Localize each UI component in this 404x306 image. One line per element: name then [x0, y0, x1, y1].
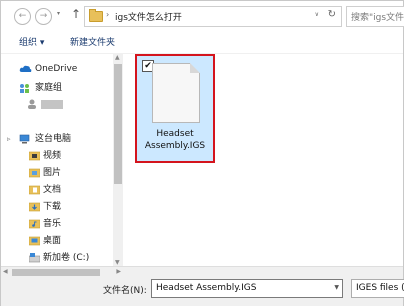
forward-arrow-icon: →	[39, 11, 48, 21]
nav-item-downloads[interactable]: 下载	[1, 200, 113, 214]
new-folder-button[interactable]: 新建文件夹	[70, 35, 115, 48]
address-bar[interactable]: › igs文件怎么打开 ∨ ↻	[84, 6, 342, 27]
nav-item-documents[interactable]: 文档	[1, 183, 113, 197]
nav-label: OneDrive	[35, 64, 78, 74]
navigation-pane: OneDrive 家庭组 ▹ 这台电脑 视频 图片 文档 下载 音乐 桌面 新加…	[1, 54, 123, 266]
nav-label: 这台电脑	[35, 134, 72, 144]
navigation-scrollbar[interactable]: ▲ ▼	[113, 54, 123, 266]
filename-label: 文件名(N):	[103, 286, 147, 296]
computer-icon	[19, 134, 30, 144]
documents-folder-icon	[29, 185, 40, 195]
nav-label: 文档	[43, 185, 62, 195]
file-item-selected[interactable]: ✔ Headset Assembly.IGS	[135, 54, 215, 163]
filename-input[interactable]: Headset Assembly.IGS ▼	[151, 279, 343, 298]
video-folder-icon	[29, 151, 40, 161]
pictures-folder-icon	[29, 168, 40, 178]
cloud-icon	[19, 65, 32, 72]
nav-item-homegroup[interactable]: 家庭组	[1, 81, 113, 95]
horizontal-scrollbar[interactable]: ◀ ▶	[1, 267, 123, 278]
organize-button[interactable]: 组织 ▾	[19, 35, 44, 48]
drive-icon	[29, 253, 40, 263]
search-input[interactable]: 搜索"igs文件怎么打开"	[351, 10, 404, 23]
downloads-folder-icon	[29, 202, 40, 212]
recent-locations-dropdown-icon[interactable]: ▾	[57, 10, 60, 17]
back-arrow-icon: ←	[18, 11, 27, 21]
file-type-value[interactable]: IGES files (*.igs	[356, 283, 404, 293]
forward-button[interactable]: →	[35, 8, 52, 25]
chevron-down-icon[interactable]: ▼	[334, 284, 339, 291]
file-name-label: Headset Assembly.IGS	[137, 128, 213, 152]
refresh-icon[interactable]: ↻	[328, 9, 336, 20]
nav-item-pictures[interactable]: 图片	[1, 166, 113, 180]
scroll-left-icon[interactable]: ◀	[3, 268, 8, 275]
nav-item-music[interactable]: 音乐	[1, 217, 113, 231]
nav-label: 下载	[43, 202, 62, 212]
breadcrumb-current-folder[interactable]: igs文件怎么打开	[115, 10, 182, 23]
address-row: ← → ▾ ↑ › igs文件怎么打开 ∨ ↻ 搜索"igs文件怎么打开"	[1, 1, 404, 31]
scroll-up-icon[interactable]: ▲	[115, 54, 120, 61]
search-box[interactable]: 搜索"igs文件怎么打开"	[346, 6, 404, 27]
scrollbar-thumb[interactable]	[114, 64, 122, 184]
file-open-dialog: ← → ▾ ↑ › igs文件怎么打开 ∨ ↻ 搜索"igs文件怎么打开" 组织…	[0, 0, 404, 306]
document-icon	[152, 63, 200, 123]
back-button[interactable]: ←	[14, 8, 31, 25]
nav-label: 家庭组	[35, 83, 63, 93]
nav-item-videos[interactable]: 视频	[1, 149, 113, 163]
user-icon	[28, 99, 36, 109]
up-arrow-icon[interactable]: ↑	[71, 7, 81, 21]
nav-label: 桌面	[43, 236, 62, 246]
scrollbar-thumb[interactable]	[12, 269, 100, 276]
folder-icon	[89, 9, 103, 22]
nav-item-homegroup-user[interactable]	[1, 97, 113, 111]
chevron-right-icon[interactable]: ▹	[7, 132, 11, 146]
nav-label: 新加卷 (C:)	[43, 253, 90, 263]
nav-item-drive-c[interactable]: 新加卷 (C:)	[1, 251, 113, 265]
file-name-line1: Headset	[156, 129, 194, 139]
nav-item-this-pc[interactable]: ▹ 这台电脑	[1, 132, 113, 146]
file-type-select[interactable]: IGES files (*.igs	[351, 279, 404, 298]
toolbar: 组织 ▾ 新建文件夹	[1, 31, 403, 54]
nav-label: 视频	[43, 151, 62, 161]
redacted-username	[41, 100, 63, 109]
address-dropdown-icon[interactable]: ∨	[315, 11, 319, 18]
scroll-right-icon[interactable]: ▶	[116, 268, 121, 275]
nav-label: 图片	[43, 168, 62, 178]
music-folder-icon	[29, 219, 40, 229]
nav-item-onedrive[interactable]: OneDrive	[1, 62, 113, 76]
bottom-bar: ◀ ▶ 文件名(N): Headset Assembly.IGS ▼ IGES …	[1, 266, 404, 306]
breadcrumb-separator-icon[interactable]: ›	[106, 10, 109, 19]
desktop-folder-icon	[29, 236, 40, 246]
filename-value[interactable]: Headset Assembly.IGS	[156, 283, 256, 293]
scroll-down-icon[interactable]: ▼	[115, 259, 120, 266]
nav-item-desktop[interactable]: 桌面	[1, 234, 113, 248]
nav-label: 音乐	[43, 219, 62, 229]
homegroup-icon	[20, 84, 29, 93]
file-name-line2: Assembly.IGS	[144, 141, 206, 151]
